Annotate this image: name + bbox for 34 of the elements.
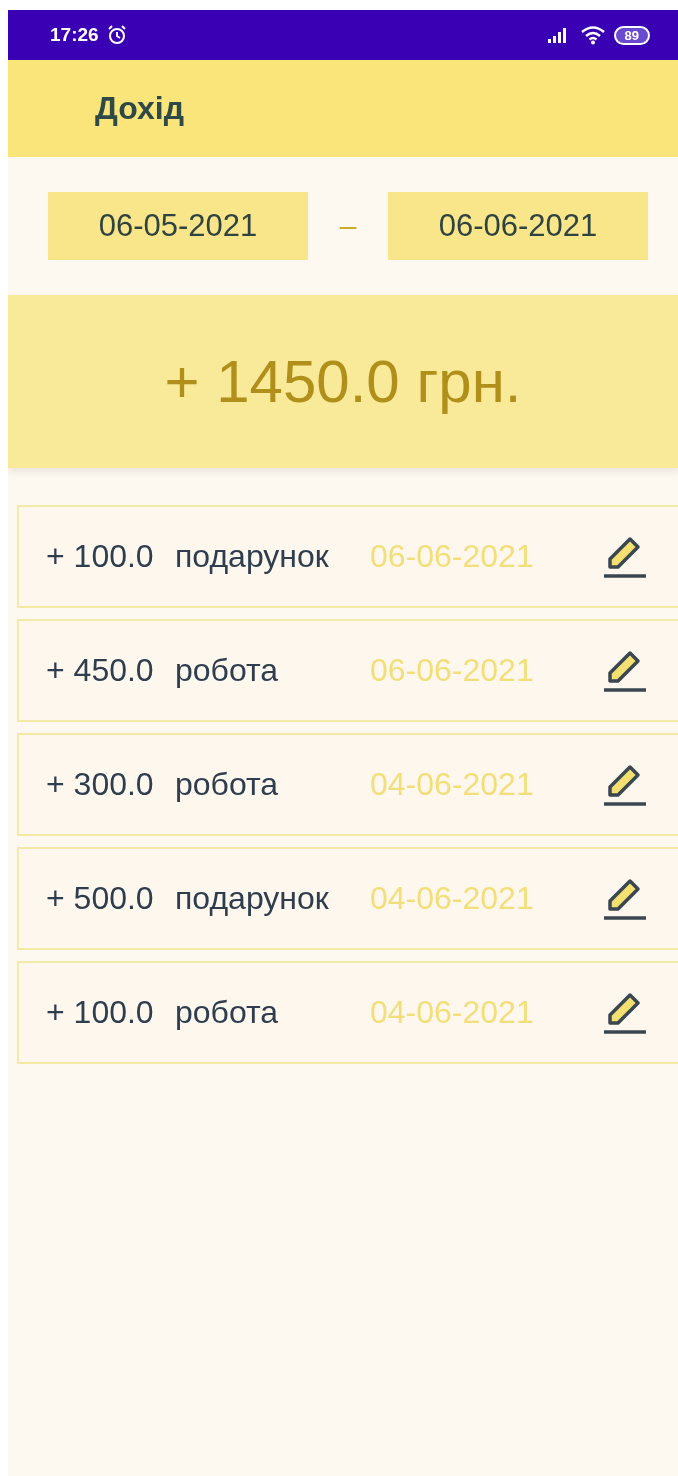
entry-date: 06-06-2021	[370, 652, 535, 689]
income-entry[interactable]: + 300.0 робота 04-06-2021	[17, 733, 678, 836]
entry-date: 06-06-2021	[370, 538, 535, 575]
edit-icon[interactable]	[602, 876, 646, 921]
entry-category: подарунок	[175, 538, 330, 575]
entry-date: 04-06-2021	[370, 766, 535, 803]
entry-category: робота	[175, 766, 280, 803]
date-separator: –	[338, 209, 358, 243]
entry-amount: + 100.0	[46, 538, 155, 575]
total-amount: + 1450.0 грн.	[8, 295, 678, 468]
edit-icon[interactable]	[602, 534, 646, 579]
entry-amount: + 300.0	[46, 766, 155, 803]
start-date-button[interactable]: 06-05-2021	[48, 192, 308, 260]
entry-category: робота	[175, 652, 280, 689]
entry-amount: + 450.0	[46, 652, 155, 689]
status-time: 17:26	[50, 24, 99, 46]
income-entry[interactable]: + 450.0 робота 06-06-2021	[17, 619, 678, 722]
entry-amount: + 100.0	[46, 994, 155, 1031]
edit-icon[interactable]	[602, 762, 646, 807]
entry-amount: + 500.0	[46, 880, 155, 917]
entry-category: подарунок	[175, 880, 330, 917]
edit-icon[interactable]	[602, 990, 646, 1035]
alarm-icon	[106, 25, 127, 45]
entry-category: робота	[175, 994, 280, 1031]
income-entry[interactable]: + 500.0 подарунок 04-06-2021	[17, 847, 678, 950]
wifi-icon	[579, 25, 606, 45]
page-title: Дохід	[95, 90, 184, 127]
battery-indicator: 89	[613, 25, 650, 45]
entry-date: 04-06-2021	[370, 994, 535, 1031]
end-date-button[interactable]: 06-06-2021	[388, 192, 648, 260]
edit-icon[interactable]	[602, 648, 646, 693]
income-entry[interactable]: + 100.0 робота 04-06-2021	[17, 961, 678, 1064]
entry-date: 04-06-2021	[370, 880, 535, 917]
income-entry[interactable]: + 100.0 подарунок 06-06-2021	[17, 505, 678, 608]
